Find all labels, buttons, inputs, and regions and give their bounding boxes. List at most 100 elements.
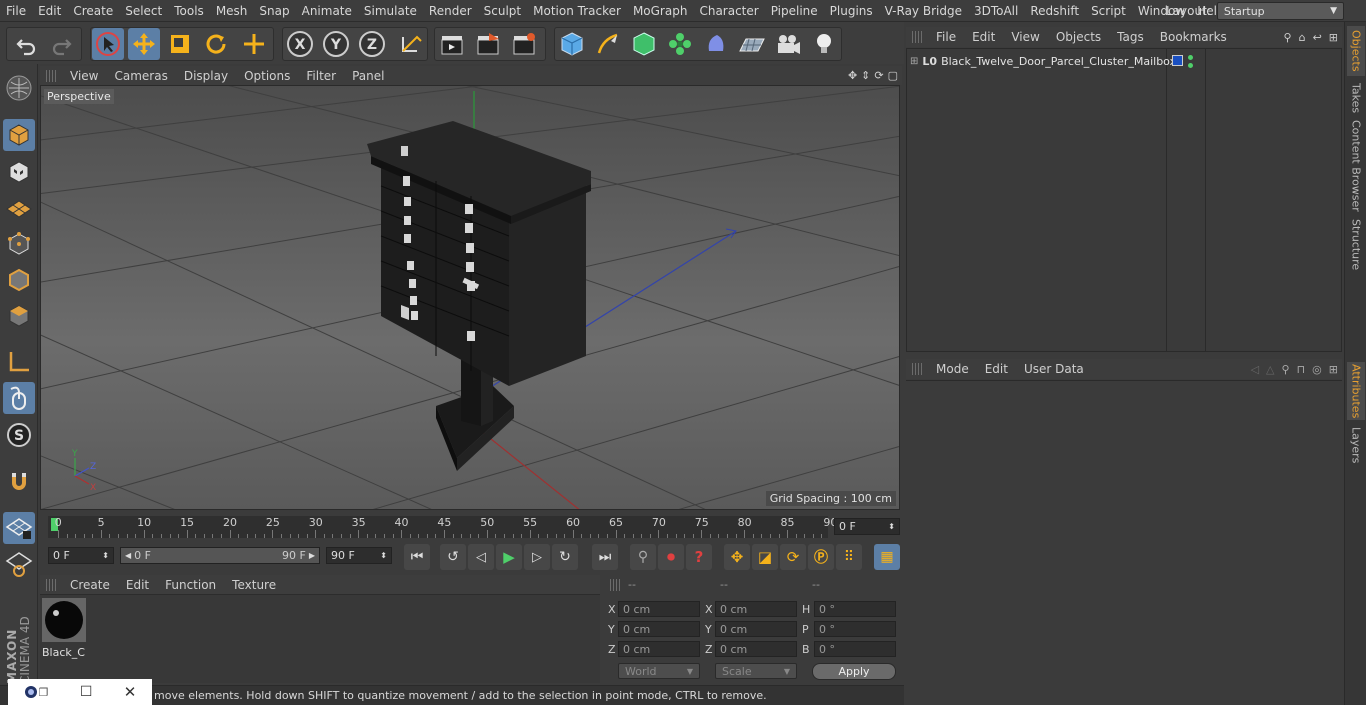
snap-button[interactable] xyxy=(3,466,35,498)
pos-z-field[interactable]: 0 cm xyxy=(618,641,700,657)
render-view-button[interactable] xyxy=(436,28,468,60)
viewport-menu-panel[interactable]: Panel xyxy=(344,69,392,83)
frame-range-slider[interactable]: ◀ 0 F 90 F ▶ xyxy=(120,547,320,564)
make-editable-button[interactable] xyxy=(3,72,35,104)
menu-motion-tracker[interactable]: Motion Tracker xyxy=(527,4,627,18)
new-panel-icon[interactable]: ⊞ xyxy=(1329,31,1338,44)
search-icon[interactable]: ⚲ xyxy=(1282,363,1290,376)
deformer-button[interactable] xyxy=(700,28,732,60)
start-frame-field[interactable]: 0 F ⬍ xyxy=(48,547,114,564)
rotate-tool-button[interactable] xyxy=(200,28,232,60)
grip-icon[interactable] xyxy=(912,363,922,375)
menu-snap[interactable]: Snap xyxy=(253,4,295,18)
tab-attributes[interactable]: Attributes xyxy=(1347,362,1365,420)
menu-mograph[interactable]: MoGraph xyxy=(627,4,694,18)
range-left-arrow-icon[interactable]: ◀ xyxy=(125,551,131,560)
rotate-view-icon[interactable]: ⟳ xyxy=(874,69,883,82)
menu-3dtoall[interactable]: 3DToAll xyxy=(968,4,1024,18)
timeline-button[interactable]: ▦ xyxy=(874,544,900,570)
texture-mode-button[interactable] xyxy=(3,156,35,188)
up-arrow-icon[interactable]: △ xyxy=(1266,363,1274,376)
key-rotation-button[interactable]: ⟳ xyxy=(780,544,806,570)
menu-tools[interactable]: Tools xyxy=(168,4,210,18)
tab-takes[interactable]: Takes xyxy=(1347,80,1365,116)
key-parameter-button[interactable]: Ⓟ xyxy=(808,544,834,570)
object-menu-view[interactable]: View xyxy=(1003,30,1047,44)
maximize-icon[interactable]: ☐ xyxy=(80,684,93,700)
redo-button[interactable] xyxy=(46,28,78,60)
light-button[interactable] xyxy=(808,28,840,60)
cloner-button[interactable] xyxy=(664,28,696,60)
z-axis-button[interactable]: Z xyxy=(356,28,388,60)
subdivision-button[interactable] xyxy=(628,28,660,60)
undo-button[interactable] xyxy=(10,28,42,60)
material-menu-texture[interactable]: Texture xyxy=(224,578,284,592)
menu-mesh[interactable]: Mesh xyxy=(210,4,254,18)
material-swatch[interactable]: Black_Cl xyxy=(42,598,86,659)
spinner-icon[interactable]: ⬍ xyxy=(380,551,387,560)
viewport-menu-display[interactable]: Display xyxy=(176,69,236,83)
rot-h-field[interactable]: 0 ° xyxy=(814,601,896,617)
menu-character[interactable]: Character xyxy=(693,4,764,18)
timeline-ruler[interactable]: 0 5 10 15 20 25 30 35 40 45 50 55 60 65 70 75 80 85 90 xyxy=(48,516,837,538)
axis-mode-button[interactable] xyxy=(3,346,35,378)
search-icon[interactable]: ⚲ xyxy=(1284,31,1292,44)
workplane-button[interactable] xyxy=(3,192,35,224)
object-menu-objects[interactable]: Objects xyxy=(1048,30,1109,44)
camera-button[interactable] xyxy=(772,28,804,60)
menu-pipeline[interactable]: Pipeline xyxy=(765,4,824,18)
menu-vray-bridge[interactable]: V-Ray Bridge xyxy=(879,4,968,18)
coordinate-space-select[interactable]: World ▼ xyxy=(618,663,700,679)
size-mode-select[interactable]: Scale ▼ xyxy=(715,663,797,679)
back-arrow-icon[interactable]: ◁ xyxy=(1251,363,1259,376)
menu-plugins[interactable]: Plugins xyxy=(824,4,879,18)
y-axis-button[interactable]: Y xyxy=(320,28,352,60)
range-right-arrow-icon[interactable]: ▶ xyxy=(309,551,315,560)
coordinate-system-button[interactable] xyxy=(394,28,426,60)
render-settings-button[interactable] xyxy=(508,28,540,60)
record-keys-button[interactable]: ⚲ xyxy=(630,544,656,570)
attribute-menu-mode[interactable]: Mode xyxy=(928,362,977,376)
material-menu-function[interactable]: Function xyxy=(157,578,224,592)
grip-icon[interactable] xyxy=(46,578,56,591)
render-picture-viewer-button[interactable] xyxy=(472,28,504,60)
restore-icon[interactable]: ❐ xyxy=(39,686,49,699)
spinner-icon[interactable]: ⬍ xyxy=(888,522,895,531)
pan-view-icon[interactable]: ✥ xyxy=(848,69,857,82)
material-menu-create[interactable]: Create xyxy=(62,578,118,592)
next-key-button[interactable]: ↻ xyxy=(552,544,578,570)
viewport-menu-view[interactable]: View xyxy=(62,69,106,83)
menu-animate[interactable]: Animate xyxy=(296,4,358,18)
rot-b-field[interactable]: 0 ° xyxy=(814,641,896,657)
visibility-dots-icon[interactable] xyxy=(1188,53,1194,69)
workplane-snap-button[interactable] xyxy=(3,512,35,544)
go-to-end-button[interactable]: ⏭ xyxy=(592,544,618,570)
viewport-menu-filter[interactable]: Filter xyxy=(298,69,344,83)
solo-button[interactable]: S xyxy=(3,419,35,451)
go-to-start-button[interactable]: ⏮ xyxy=(404,544,430,570)
object-row[interactable]: ⊞ L0 Black_Twelve_Door_Parcel_Cluster_Ma… xyxy=(907,52,1343,70)
perspective-viewport[interactable]: Y Z X Perspective Grid Spacing : 100 cm xyxy=(40,85,900,510)
menu-edit[interactable]: Edit xyxy=(32,4,67,18)
new-panel-icon[interactable]: ⊞ xyxy=(1329,363,1338,376)
grip-icon[interactable] xyxy=(912,31,922,43)
menu-select[interactable]: Select xyxy=(119,4,168,18)
key-pla-button[interactable]: ⠿ xyxy=(836,544,862,570)
tweak-mode-button[interactable] xyxy=(3,382,35,414)
select-tool-button[interactable] xyxy=(92,28,124,60)
tab-content-browser[interactable]: Content Browser xyxy=(1347,120,1365,212)
grip-icon[interactable] xyxy=(46,69,56,82)
viewport-menu-options[interactable]: Options xyxy=(236,69,298,83)
live-select-button[interactable] xyxy=(238,28,270,60)
previous-key-button[interactable]: ↺ xyxy=(440,544,466,570)
key-position-button[interactable]: ✥ xyxy=(724,544,750,570)
menu-simulate[interactable]: Simulate xyxy=(358,4,423,18)
target-icon[interactable]: ◎ xyxy=(1312,363,1322,376)
attribute-menu-user-data[interactable]: User Data xyxy=(1016,362,1092,376)
rot-p-field[interactable]: 0 ° xyxy=(814,621,896,637)
apply-button[interactable]: Apply xyxy=(812,663,896,680)
layer-color-swatch[interactable] xyxy=(1172,55,1183,66)
scale-tool-button[interactable] xyxy=(164,28,196,60)
menu-render[interactable]: Render xyxy=(423,4,478,18)
object-menu-file[interactable]: File xyxy=(928,30,964,44)
